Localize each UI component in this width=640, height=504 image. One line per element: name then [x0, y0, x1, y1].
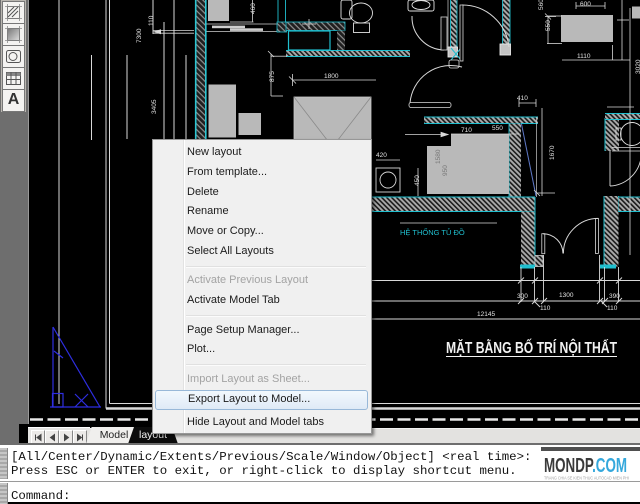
svg-text:450: 450: [414, 175, 421, 186]
svg-text:7300: 7300: [136, 28, 143, 43]
svg-text:MẶT BẰNG BỐ TRÍ NỘI THẤT: MẶT BẰNG BỐ TRÍ NỘI THẤT: [446, 339, 617, 357]
svg-text:12145: 12145: [477, 311, 495, 318]
svg-text:HỆ THỐNG TỦ ĐỒ: HỆ THỐNG TỦ ĐỒ: [400, 227, 465, 237]
svg-text:550: 550: [545, 20, 552, 31]
svg-text:875: 875: [269, 71, 276, 82]
svg-text:550: 550: [492, 125, 503, 132]
svg-text:950: 950: [442, 165, 449, 176]
svg-text:110: 110: [540, 305, 551, 312]
svg-text:460: 460: [250, 3, 257, 14]
svg-text:MONDP.COM: MONDP.COM: [544, 454, 627, 477]
svg-text:3020: 3020: [635, 59, 640, 74]
svg-text:300: 300: [517, 293, 528, 300]
svg-text:110: 110: [148, 15, 155, 26]
svg-text:1670: 1670: [549, 145, 556, 160]
svg-text:560: 560: [538, 0, 545, 10]
svg-text:710: 710: [461, 127, 472, 134]
svg-text:1110: 1110: [577, 53, 591, 60]
svg-text:600: 600: [580, 1, 591, 8]
svg-text:410: 410: [517, 95, 528, 102]
svg-text:1800: 1800: [324, 73, 339, 80]
svg-text:110: 110: [607, 305, 618, 312]
svg-text:TRANG CHIA SE KIEN THUC AUTOCA: TRANG CHIA SE KIEN THUC AUTOCAD MIEN PHI: [544, 476, 629, 482]
svg-text:390: 390: [609, 293, 620, 300]
svg-text:3405: 3405: [151, 99, 158, 114]
svg-text:420: 420: [376, 152, 387, 159]
svg-text:1580: 1580: [435, 149, 442, 164]
svg-text:1300: 1300: [559, 292, 574, 299]
